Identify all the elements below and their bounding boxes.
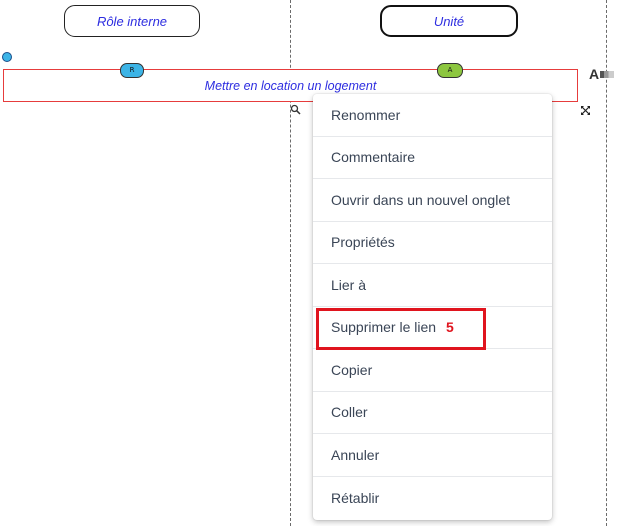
menu-item-label: Rétablir: [331, 489, 380, 506]
menu-item-label: Copier: [331, 361, 373, 378]
lane-header-role-interne[interactable]: Rôle interne: [64, 5, 200, 37]
lane-header-unite[interactable]: Unité: [380, 5, 518, 37]
menu-item-copier[interactable]: Copier: [313, 349, 552, 392]
menu-item-label: Commentaire: [331, 149, 416, 166]
raci-badge-letter: R: [129, 66, 135, 74]
connection-anchor-icon[interactable]: [2, 52, 12, 62]
menu-item-annuler[interactable]: Annuler: [313, 434, 552, 477]
lane-header-label: Unité: [433, 13, 465, 29]
menu-item-label: Annuler: [331, 446, 380, 463]
menu-item-label: Coller: [331, 404, 368, 421]
step-number-badge: 5: [446, 319, 454, 335]
text-format-letter: A: [589, 66, 600, 82]
activity-label: Mettre en location un logement: [204, 78, 377, 93]
raci-badge-letter: A: [447, 66, 453, 74]
menu-item-label: Lier à: [331, 276, 367, 293]
zoom-handle-icon[interactable]: [290, 104, 301, 115]
context-menu: Renommer Commentaire Ouvrir dans un nouv…: [313, 94, 552, 520]
step-highlight-box: [316, 308, 486, 350]
resize-handle-icon[interactable]: [580, 105, 591, 116]
menu-item-label: Propriétés: [331, 234, 395, 251]
menu-item-proprietes[interactable]: Propriétés: [313, 222, 552, 264]
text-format-icon[interactable]: A: [589, 66, 615, 82]
menu-item-lier-a[interactable]: Lier à: [313, 264, 552, 307]
menu-item-label: Ouvrir dans un nouvel onglet: [331, 191, 510, 208]
menu-item-label: Renommer: [331, 106, 401, 123]
menu-item-commentaire[interactable]: Commentaire: [313, 137, 552, 179]
menu-item-retablir[interactable]: Rétablir: [313, 477, 552, 520]
raci-badge-accountable[interactable]: A: [437, 63, 463, 78]
lane-header-label: Rôle interne: [96, 13, 168, 29]
raci-badge-responsible[interactable]: R: [120, 63, 144, 78]
text-format-bar: [600, 70, 615, 78]
menu-item-coller[interactable]: Coller: [313, 392, 552, 434]
menu-item-ouvrir-nouvel-onglet[interactable]: Ouvrir dans un nouvel onglet: [313, 179, 552, 222]
menu-item-renommer[interactable]: Renommer: [313, 94, 552, 137]
